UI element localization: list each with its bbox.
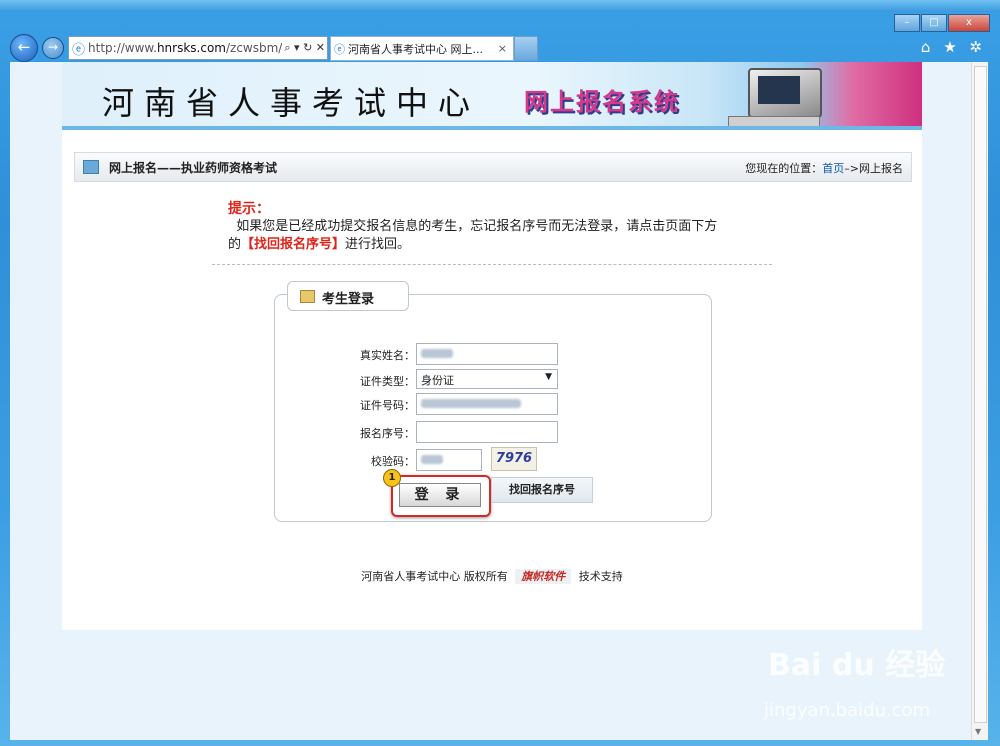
section-title: 网上报名——执业药师资格考试 xyxy=(109,161,278,175)
site-banner: 河南省人事考试中心 网上报名系统 xyxy=(62,62,922,130)
tab-close-icon[interactable]: × xyxy=(492,42,513,55)
back-button[interactable]: ← xyxy=(10,34,38,62)
tip-notice: 提示： 如果您是已经成功提交报名信息的考生，忘记报名序号而无法登录，请点击页面下… xyxy=(228,200,768,254)
login-panel-title: 考生登录 xyxy=(322,292,375,307)
chevron-down-icon: ▼ xyxy=(545,372,552,382)
new-tab-button[interactable] xyxy=(514,36,538,61)
retrieve-link-text[interactable]: 【找回报名序号】 xyxy=(241,237,345,252)
dashed-divider xyxy=(212,264,772,265)
footer-copyright: 河南省人事考试中心 版权所有 xyxy=(361,570,508,583)
retrieve-reg-no-button[interactable]: 找回报名序号 xyxy=(491,477,593,503)
blurred-value xyxy=(421,349,453,358)
forward-button[interactable]: → xyxy=(42,37,64,59)
home-link[interactable]: 首页 xyxy=(822,162,844,175)
vertical-scrollbar[interactable]: ▼ xyxy=(971,62,988,740)
tip-line1: 如果您是已经成功提交报名信息的考生，忘记报名序号而无法登录，请点击页面下方 xyxy=(236,219,718,234)
browser-toolbar: ← → ⓔ http://www.hnrsks.com/zcwsbm/ ⌕ ▾ … xyxy=(10,34,990,62)
login-button-highlight: 登 录 xyxy=(391,475,491,517)
captcha-image[interactable]: 7976 xyxy=(491,447,537,471)
maximize-button[interactable]: □ xyxy=(921,14,947,32)
favorites-icon[interactable]: ★ xyxy=(943,38,956,56)
page-footer: 河南省人事考试中心 版权所有 旗帜软件 技术支持 xyxy=(62,568,922,584)
reg-no-label: 报名序号： xyxy=(360,427,415,440)
window-titlebar xyxy=(0,0,1000,12)
login-panel: 考生登录 真实姓名： 证件类型： 身份证 ▼ 证件号码： 报名序号： 校验码： … xyxy=(274,281,712,522)
id-number-input[interactable] xyxy=(416,393,558,415)
id-type-value: 身份证 xyxy=(421,374,454,387)
id-type-select[interactable]: 身份证 ▼ xyxy=(416,369,558,389)
id-type-label: 证件类型： xyxy=(360,375,415,388)
baidu-watermark-logo: Bai du 经验 xyxy=(768,648,946,683)
vendor-logo: 旗帜软件 xyxy=(515,569,572,584)
login-button[interactable]: 登 录 xyxy=(399,483,481,507)
name-label: 真实姓名： xyxy=(360,349,415,362)
address-controls[interactable]: ⌕ ▾ ↻ ✕ xyxy=(282,41,327,55)
blurred-value xyxy=(421,455,443,464)
home-icon[interactable]: ⌂ xyxy=(921,38,931,56)
captcha-label: 校验码： xyxy=(371,455,415,468)
blurred-value xyxy=(421,399,521,408)
close-button[interactable]: x xyxy=(948,14,990,32)
captcha-row: 校验码： 7976 xyxy=(275,447,711,471)
browser-tab[interactable]: ⓔ 河南省人事考试中心 网上... × xyxy=(330,36,514,61)
browser-right-icons: ⌂ ★ ✲ xyxy=(913,38,982,56)
web-page: 河南省人事考试中心 网上报名系统 网上报名——执业药师资格考试 您现在的位置：首… xyxy=(62,62,922,630)
name-row: 真实姓名： xyxy=(275,343,711,365)
reg-no-input[interactable] xyxy=(416,421,558,443)
ie-tab-icon: ⓔ xyxy=(334,42,345,56)
address-bar[interactable]: ⓔ http://www.hnrsks.com/zcwsbm/ ⌕ ▾ ↻ ✕ xyxy=(68,36,328,60)
location-prefix: 您现在的位置： xyxy=(745,162,823,175)
section-icon xyxy=(83,160,99,174)
computer-illustration-icon xyxy=(748,68,822,118)
breadcrumb-bar: 网上报名——执业药师资格考试 您现在的位置：首页–>网上报名 xyxy=(74,152,912,182)
login-panel-tab: 考生登录 xyxy=(287,281,409,311)
address-url[interactable]: http://www.hnrsks.com/zcwsbm/ xyxy=(88,41,282,55)
banner-title: 河南省人事考试中心 xyxy=(102,84,481,122)
tip-line2: 的【找回报名序号】进行找回。 xyxy=(228,237,411,252)
name-input[interactable] xyxy=(416,343,558,365)
id-number-row: 证件号码： xyxy=(275,393,711,415)
scrollbar-thumb[interactable] xyxy=(974,66,987,723)
page-viewport: 河南省人事考试中心 网上报名系统 网上报名——执业药师资格考试 您现在的位置：首… xyxy=(10,62,988,740)
footer-support: 技术支持 xyxy=(578,570,623,583)
tools-gear-icon[interactable]: ✲ xyxy=(969,38,982,56)
banner-system-name: 网上报名系统 xyxy=(524,88,680,116)
scroll-down-arrow-icon[interactable]: ▼ xyxy=(975,727,981,736)
baidu-watermark-url: jingyan.baidu.com xyxy=(764,700,931,721)
step-number-badge: 1 xyxy=(383,469,401,487)
minimize-button[interactable]: – xyxy=(894,14,920,32)
captcha-input[interactable] xyxy=(416,449,482,471)
window-controls: – □ x xyxy=(893,14,990,32)
tab-title: 河南省人事考试中心 网上... xyxy=(348,42,483,56)
reg-no-row: 报名序号： xyxy=(275,421,711,443)
ie-page-icon: ⓔ xyxy=(72,42,86,58)
user-card-icon xyxy=(300,290,315,303)
breadcrumb: 您现在的位置：首页–>网上报名 xyxy=(745,160,903,176)
location-suffix: –>网上报名 xyxy=(844,162,903,175)
id-type-row: 证件类型： 身份证 ▼ xyxy=(275,369,711,391)
id-number-label: 证件号码： xyxy=(360,399,415,412)
banner-divider xyxy=(62,126,922,130)
browser-window: – □ x ← → ⓔ http://www.hnrsks.com/zcwsbm… xyxy=(0,0,1000,746)
tip-heading: 提示： xyxy=(228,201,270,217)
